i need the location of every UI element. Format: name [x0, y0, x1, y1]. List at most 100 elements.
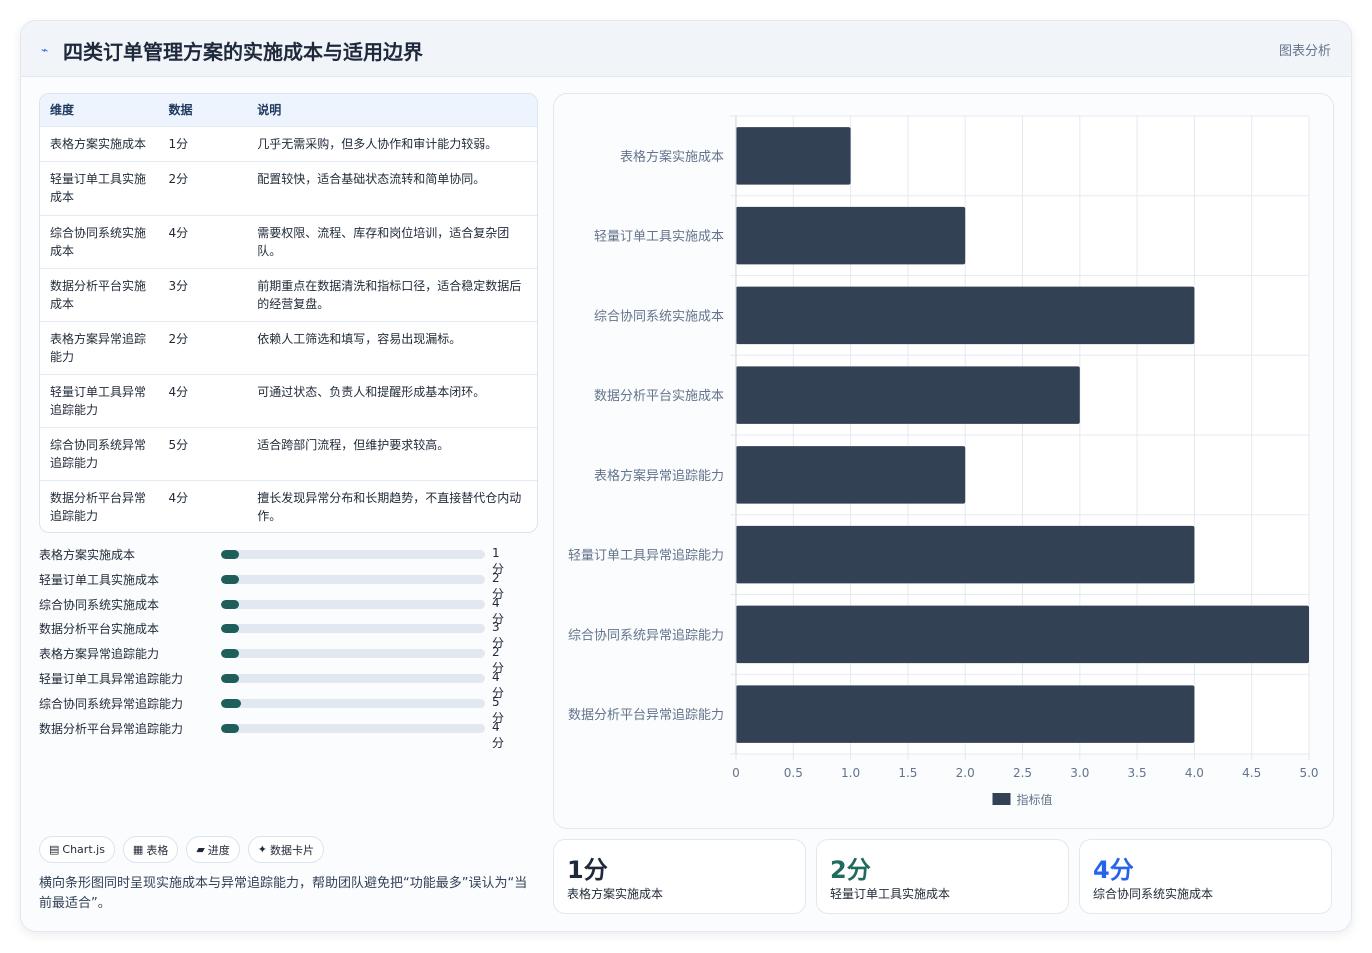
progress-label: 轻量订单工具实施成本 [39, 572, 160, 587]
tag-chips: ▤ Chart.js ▦ 表格 ▰ 进度 ✦ 数据卡片 [39, 836, 325, 863]
y-tick-label: 轻量订单工具实施成本 [594, 230, 724, 245]
table-row: 数据分析平台异常追踪能力 4分 擅长发现异常分布和长期趋势，不直接替代仓内动作。 [40, 479, 537, 532]
progress-track [221, 624, 485, 634]
cell-description: 依赖人工筛选和填写，容易出现漏标。 [247, 320, 537, 374]
progress-row: 表格方案异常追踪能力 2分 [39, 642, 509, 675]
progress-label: 数据分析平台异常追踪能力 [39, 721, 184, 736]
chart-panel: 0 0.5 1.0 1.5 2.0 2.5 3.0 3.5 4.0 4.5 5.0 表格方案实施成本轻… [553, 93, 1334, 829]
x-tick-label: 4.0 [1185, 766, 1204, 780]
y-tick-label: 数据分析平台异常追踪能力 [568, 707, 724, 723]
progress-row: 轻量订单工具实施成本 2分 [39, 568, 509, 601]
x-tick-label: 0 [732, 766, 740, 780]
progress-value: 4分 [492, 719, 505, 750]
bar [736, 525, 1195, 584]
progress-label: 数据分析平台实施成本 [39, 622, 160, 637]
stat-label: 综合协同系统实施成本 [1093, 887, 1214, 901]
progress-track [221, 723, 485, 733]
y-tick-label: 表格方案异常追踪能力 [594, 468, 724, 484]
table-row: 数据分析平台实施成本 3分 前期重点在数据清洗和指标口径，适合稳定数据后的经营复盘。 [40, 267, 537, 321]
progress-row: 数据分析平台实施成本 3分 [39, 617, 509, 650]
progress-fill [221, 599, 240, 609]
chip-3[interactable]: ✦ 数据卡片 [247, 836, 325, 863]
progress-track [221, 550, 485, 559]
progress-row: 表格方案实施成本 1分 [39, 543, 509, 576]
progress-row: 轻量订单工具异常追踪能力 4分 [39, 667, 509, 700]
x-tick-label: 3.0 [1070, 766, 1089, 780]
x-tick-label: 0.5 [784, 766, 803, 780]
progress-row: 数据分析平台异常追踪能力 4分 [39, 717, 509, 750]
progress-fill [221, 649, 240, 659]
progress-track [221, 649, 485, 659]
dashboard-card: ⌁ 四类订单管理方案的实施成本与适用边界 图表分析 维度 数据 说明 表格方案实… [20, 20, 1352, 932]
x-tick-label: 1.0 [841, 766, 860, 780]
cell-dimension: 综合协同系统实施成本 [40, 214, 159, 268]
cell-score: 4分 [158, 479, 248, 532]
table-row: 表格方案实施成本 1分 几乎无需采购，但多人协作和审计能力较弱。 [40, 125, 537, 161]
chip-2[interactable]: ▰ 进度 [186, 836, 240, 863]
chip-label: Chart.js [62, 843, 105, 856]
y-tick-label: 轻量订单工具异常追踪能力 [568, 548, 724, 564]
x-tick-label: 2.0 [956, 766, 975, 780]
stat-value: 1分 [567, 856, 608, 884]
page-title: 四类订单管理方案的实施成本与适用边界 [63, 40, 423, 64]
cell-description: 可通过状态、负责人和提醒形成基本闭环。 [247, 373, 537, 427]
table-row: 轻量订单工具实施成本 2分 配置较快，适合基础状态流转和简单协同。 [40, 160, 537, 215]
stat-card: 1分 表格方案实施成本 [553, 839, 806, 914]
progress-label: 表格方案异常追踪能力 [39, 647, 160, 662]
cell-score: 1分 [158, 125, 248, 161]
progress-track [221, 698, 485, 708]
cell-description: 适合跨部门流程，但维护要求较高。 [247, 426, 537, 480]
progress-fill [221, 574, 240, 584]
chip-1[interactable]: ▦ 表格 [122, 836, 179, 863]
x-tick-label: 2.5 [1013, 766, 1032, 780]
table-row: 轻量订单工具异常追踪能力 4分 可通过状态、负责人和提醒形成基本闭环。 [40, 373, 537, 427]
chip-label: 表格 [146, 843, 169, 857]
bar [736, 206, 966, 265]
progress-track [221, 574, 485, 584]
chip-label: 数据卡片 [270, 843, 315, 857]
sparkle-icon: ✦ [257, 843, 268, 856]
bar [736, 685, 1195, 743]
legend-swatch [992, 793, 1011, 805]
cell-score: 4分 [158, 373, 248, 427]
progress-label: 综合协同系统实施成本 [39, 597, 160, 612]
cell-dimension: 轻量订单工具异常追踪能力 [40, 373, 159, 427]
progress-list: 表格方案实施成本 1分 轻量订单工具实施成本 2分 综合协同系统实施成本 4分 数据分析平台… [39, 543, 509, 750]
data-table: 维度 数据 说明 表格方案实施成本 1分 几乎无需采购，但多人协作和审计能力较弱。轻… [39, 93, 538, 533]
cell-score: 2分 [158, 320, 248, 374]
x-tick-label: 3.5 [1128, 766, 1147, 780]
progress-track [221, 599, 485, 609]
table-header-description: 说明 [257, 103, 282, 118]
chart-analysis-label: 图表分析 [1278, 44, 1331, 59]
stat-card: 2分 轻量订单工具实施成本 [816, 839, 1069, 914]
progress-icon: ▰ [196, 843, 205, 856]
legend-label: 指标值 [1017, 792, 1053, 807]
table-header-data: 数据 [168, 103, 193, 118]
cell-score: 2分 [158, 160, 248, 215]
stat-label: 表格方案实施成本 [567, 887, 664, 901]
cell-dimension: 数据分析平台异常追踪能力 [40, 479, 159, 532]
chip-0[interactable]: ▤ Chart.js [39, 836, 115, 863]
pulse-icon: ⌁ [41, 43, 49, 57]
bar-chart: 0 0.5 1.0 1.5 2.0 2.5 3.0 3.5 4.0 4.5 5.0 表格方案实施成本轻… [568, 115, 1319, 807]
stat-value: 2分 [830, 856, 871, 884]
y-tick-label: 数据分析平台实施成本 [594, 389, 724, 404]
cell-dimension: 表格方案实施成本 [40, 125, 159, 161]
progress-fill [221, 550, 240, 559]
bar [736, 127, 851, 185]
x-tick-label: 1.5 [898, 766, 917, 780]
bar [736, 366, 1080, 424]
bar [736, 286, 1195, 345]
bar [736, 605, 1309, 664]
x-tick-label: 5.0 [1299, 766, 1318, 780]
progress-track [221, 673, 485, 683]
cell-dimension: 数据分析平台实施成本 [40, 267, 159, 321]
progress-label: 轻量订单工具异常追踪能力 [39, 671, 184, 686]
y-tick-label: 表格方案实施成本 [620, 149, 724, 165]
progress-label: 表格方案实施成本 [39, 548, 136, 562]
stat-card: 4分 综合协同系统实施成本 [1079, 839, 1332, 914]
cell-description: 前期重点在数据清洗和指标口径，适合稳定数据后的经营复盘。 [247, 267, 537, 321]
x-tick-label: 4.5 [1242, 766, 1261, 780]
cell-score: 5分 [158, 426, 248, 480]
table-row: 综合协同系统实施成本 4分 需要权限、流程、库存和岗位培训，适合复杂团队。 [40, 214, 537, 268]
